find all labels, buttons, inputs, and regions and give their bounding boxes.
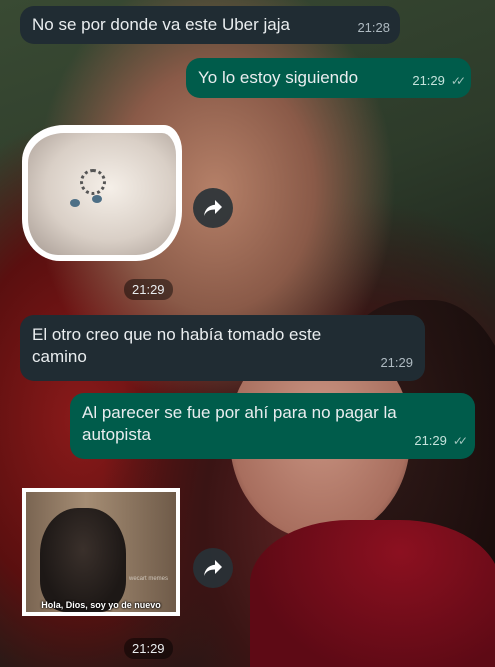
outgoing-message[interactable]: Yo lo estoy siguiendo 21:29 ✓✓ [186, 58, 471, 98]
dog-figure [40, 508, 126, 612]
message-time: 21:29 [412, 73, 445, 88]
message-text: Al parecer se fue por ahí para no pagar … [82, 403, 397, 444]
message-time: 21:29 [414, 433, 447, 448]
forward-button[interactable] [193, 548, 233, 588]
forward-arrow-icon [204, 560, 222, 576]
image-watermark: wecart memes [128, 576, 168, 582]
sticker-time: 21:29 [124, 279, 173, 300]
double-check-icon: ✓✓ [452, 434, 468, 448]
image-time: 21:29 [124, 638, 173, 659]
outgoing-message[interactable]: Al parecer se fue por ahí para no pagar … [70, 393, 475, 459]
kitten-eye [92, 195, 102, 203]
wallpaper-dress [250, 520, 495, 667]
message-text: Yo lo estoy siguiendo [198, 68, 359, 87]
kitten-image [28, 133, 176, 255]
incoming-message[interactable]: No se por donde va este Uber jaja 21:28 [20, 6, 400, 44]
double-check-icon: ✓✓ [450, 74, 466, 88]
kitten-eye [70, 199, 80, 207]
forward-arrow-icon [204, 200, 222, 216]
message-meta: 21:29 ✓✓ [414, 429, 468, 452]
message-time: 21:28 [357, 20, 390, 35]
image-caption: Hola, Dios, soy yo de nuevo [41, 600, 161, 610]
incoming-message[interactable]: El otro creo que no había tomado este ca… [20, 315, 425, 381]
forward-button[interactable] [193, 188, 233, 228]
message-text: El otro creo que no había tomado este ca… [32, 325, 322, 366]
message-meta: 21:29 ✓✓ [412, 69, 466, 92]
loading-spinner-icon [80, 169, 106, 195]
message-time: 21:29 [380, 355, 413, 370]
dog-meme-image: wecart memes Hola, Dios, soy yo de nuevo [26, 492, 176, 612]
image-message[interactable]: wecart memes Hola, Dios, soy yo de nuevo [22, 488, 180, 616]
message-text: No se por donde va este Uber jaja [32, 15, 290, 34]
white-kitten-sticker-icon[interactable] [22, 125, 182, 261]
